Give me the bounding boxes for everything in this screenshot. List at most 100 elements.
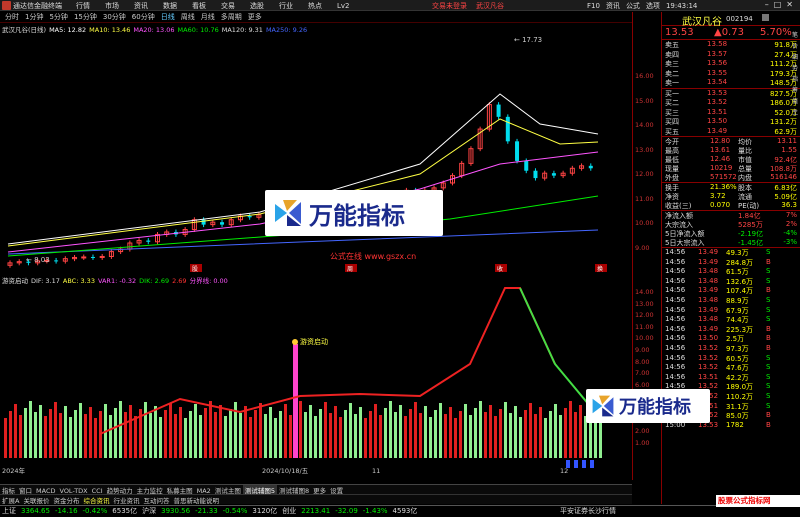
stat-cell: 36.3 <box>781 201 797 209</box>
tab-12[interactable]: 更多 <box>311 485 328 494</box>
neg-bar <box>590 460 594 468</box>
ask-book: 卖五 13.58 91.8万 卖四 13.57 27.4万 卖三 13.56 111.2万 卖二 1… <box>662 40 800 88</box>
toolbar-item-0[interactable]: F10 <box>587 2 600 10</box>
ext-tab-6[interactable]: 普思新动能说明 <box>171 495 221 504</box>
ind-bar <box>349 403 352 458</box>
toolbar-item-1[interactable]: 资讯 <box>606 2 620 10</box>
tick-time: 14:56 <box>665 343 686 352</box>
menu-item-2[interactable]: 资讯 <box>134 1 148 11</box>
ind-bar <box>284 404 287 458</box>
ind-bar <box>539 407 542 458</box>
ind-bar <box>454 418 457 458</box>
tick-side: S <box>766 353 771 362</box>
tab-10[interactable]: 测试辅图5 <box>242 485 277 494</box>
ind-tick: 12.00 <box>635 311 654 320</box>
tick-volume: 31.1万 <box>726 402 749 411</box>
ext-tab-2[interactable]: 资金分布 <box>51 495 81 504</box>
period-5[interactable]: 60分钟 <box>131 12 156 22</box>
status-item: 创业 <box>282 507 297 515</box>
tick-price: 13.48 <box>698 295 719 304</box>
last-price: 13.53 <box>665 27 694 38</box>
menu-item-1[interactable]: 市场 <box>105 1 119 11</box>
toolbar-item-2[interactable]: 公式 <box>626 2 640 10</box>
candle-body <box>247 216 252 218</box>
period-6[interactable]: 日线 <box>160 12 176 22</box>
menu-item-6[interactable]: 选股 <box>250 1 264 11</box>
ind-bar <box>289 415 292 458</box>
ind-bar <box>159 417 162 458</box>
indicator-svg: 游资启动 2024年 2024/10/18/五 11 12 <box>2 287 602 474</box>
tab-3[interactable]: VOL-TDX <box>57 487 89 494</box>
menu-item-0[interactable]: 行情 <box>76 1 90 11</box>
tick-side: S <box>766 382 771 391</box>
tick-side: S <box>766 372 771 381</box>
toolbar-item-3[interactable]: 选项 <box>646 2 660 10</box>
menu-item-5[interactable]: 交易 <box>221 1 235 11</box>
ind-bar <box>384 408 387 458</box>
tick-row: 14:56 13.52 47.6万 S <box>662 363 800 373</box>
ind-bar <box>399 405 402 458</box>
tab-13[interactable]: 设置 <box>328 485 345 494</box>
period-1[interactable]: 1分钟 <box>24 12 44 22</box>
menu-item-8[interactable]: 热点 <box>308 1 322 11</box>
tab-0[interactable]: 指标 <box>0 485 17 494</box>
tick-row: 14:56 13.49 49.3万 S <box>662 248 800 258</box>
ind-bar <box>324 402 327 458</box>
period-4[interactable]: 30分钟 <box>102 12 127 22</box>
tick-price: 13.48 <box>698 267 719 276</box>
menu-item-4[interactable]: 看板 <box>192 1 206 11</box>
ind-tick: 1.00 <box>635 438 650 447</box>
period-2[interactable]: 5分钟 <box>48 12 68 22</box>
tab-8[interactable]: MA2 <box>195 487 213 494</box>
ext-tab-4[interactable]: 行业资讯 <box>111 495 141 504</box>
period-0[interactable]: 分时 <box>4 12 20 22</box>
tab-11[interactable]: 测试辅图8 <box>277 485 311 494</box>
tick-volume: 107.4万 <box>726 287 754 296</box>
ind-bar <box>369 411 372 458</box>
tick-volume: 60.5万 <box>726 354 749 363</box>
tick-volume: 1782 <box>726 420 744 429</box>
tick-row: 14:56 13.52 60.5万 S <box>662 354 800 364</box>
ind-bar <box>429 417 432 458</box>
period-7[interactable]: 周线 <box>180 12 196 22</box>
period-3[interactable]: 15分钟 <box>73 12 98 22</box>
ind-bar <box>519 417 522 458</box>
tab-9[interactable]: 测试主图 <box>213 485 243 494</box>
ind-tick: 11.00 <box>635 322 654 331</box>
tick-time: 14:56 <box>665 295 686 304</box>
ind-bar <box>244 406 247 458</box>
ind-bar <box>364 418 367 458</box>
menu-item-7[interactable]: 行业 <box>279 1 293 11</box>
period-8[interactable]: 月线 <box>200 12 216 22</box>
tab-6[interactable]: 主力监控 <box>135 485 165 494</box>
ext-tab-1[interactable]: 关联报价 <box>21 495 51 504</box>
tab-5[interactable]: 趋势动力 <box>105 485 135 494</box>
ind-bar <box>579 405 582 458</box>
trade-login-alert[interactable]: 交易未登录 <box>432 1 467 11</box>
indicator-chart[interactable]: 游资启动 2024年 2024/10/18/五 11 12 <box>0 284 632 474</box>
tab-4[interactable]: CCI <box>90 487 105 494</box>
tick-side: S <box>766 267 771 276</box>
tick-side: S <box>766 363 771 372</box>
status-item: -1.43% <box>362 507 388 515</box>
ind-bar <box>129 405 132 458</box>
ind-bar <box>229 409 232 458</box>
book-row: 卖三 13.56 111.2万 <box>662 59 800 69</box>
tab-7[interactable]: 私募主图 <box>165 485 195 494</box>
window-controls[interactable]: –□✕ <box>765 0 798 9</box>
menu-item-9[interactable]: Lv2 <box>337 2 350 10</box>
ext-tab-3[interactable]: 综合资讯 <box>81 495 111 504</box>
tick-price: 13.49 <box>698 324 719 333</box>
ext-tab-0[interactable]: 扩展A <box>0 495 21 504</box>
flow-row: 5日大宗流入 -1.45亿 -3% <box>662 238 800 247</box>
side-tabs[interactable]: 笔价细势指筹值主 <box>790 30 800 118</box>
tab-2[interactable]: MACD <box>34 487 57 494</box>
ind-bar <box>184 418 187 458</box>
period-9[interactable]: 多周期 <box>220 12 243 22</box>
period-10[interactable]: 更多 <box>247 12 263 22</box>
ind-bar <box>529 403 532 458</box>
ind-bar <box>119 401 122 458</box>
ext-tab-5[interactable]: 互动问答 <box>141 495 171 504</box>
tab-1[interactable]: 窗口 <box>17 485 34 494</box>
menu-item-3[interactable]: 数据 <box>163 1 177 11</box>
